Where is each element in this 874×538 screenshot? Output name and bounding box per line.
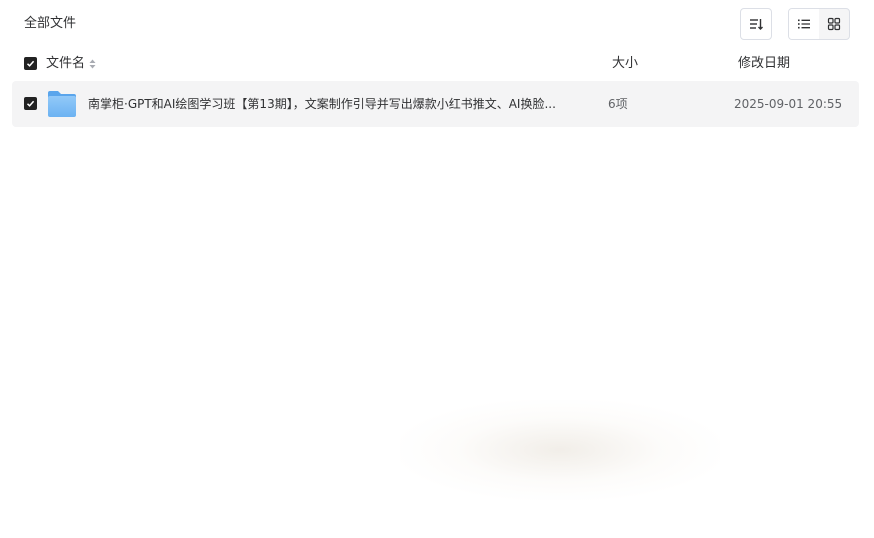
- grid-view-icon: [827, 17, 841, 31]
- breadcrumb-all-files[interactable]: 全部文件: [24, 14, 76, 34]
- table-header: 文件名 大小 修改日期: [12, 50, 859, 78]
- list-view-button[interactable]: [789, 9, 819, 39]
- sort-caret-icon[interactable]: [89, 59, 96, 69]
- grid-view-button[interactable]: [819, 9, 849, 39]
- table-row[interactable]: 南掌柜·GPT和AI绘图学习班【第13期】，文案制作引导并写出爆款小红书推文、A…: [12, 81, 859, 127]
- sort-icon: [750, 19, 763, 30]
- checkmark-icon: [26, 60, 35, 67]
- file-modified-date: 2025-09-01 20:55: [734, 97, 843, 111]
- file-manager-page: 全部文件 文件名 大小 修改日期 南掌柜·GPT和AI绘图学习班【第13期】，文…: [0, 0, 874, 538]
- checkmark-icon: [26, 100, 35, 107]
- file-name[interactable]: 南掌柜·GPT和AI绘图学习班【第13期】，文案制作引导并写出爆款小红书推文、A…: [88, 94, 568, 114]
- view-toggle-group: [788, 8, 850, 40]
- file-size: 6项: [608, 97, 628, 111]
- column-header-modified[interactable]: 修改日期: [738, 54, 790, 74]
- list-view-icon: [798, 19, 810, 29]
- column-header-name[interactable]: 文件名: [46, 54, 96, 74]
- column-header-size[interactable]: 大小: [612, 54, 638, 74]
- row-checkbox[interactable]: [24, 97, 37, 110]
- folder-icon: [48, 91, 76, 117]
- sort-button[interactable]: [740, 8, 772, 40]
- select-all-checkbox[interactable]: [24, 57, 37, 70]
- background-glow: [400, 400, 720, 500]
- column-header-name-label: 文件名: [46, 56, 86, 71]
